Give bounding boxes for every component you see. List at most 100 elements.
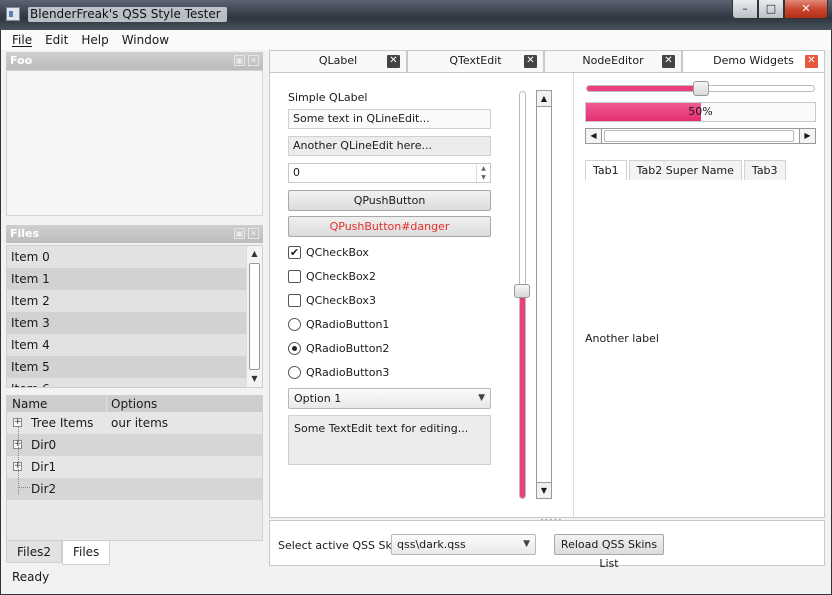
tab-qtextedit[interactable]: QTextEdit ✕ bbox=[407, 50, 544, 72]
chevron-down-icon: ▼ bbox=[523, 539, 530, 549]
list-item[interactable]: Item 3 bbox=[7, 312, 247, 334]
radio-label: QRadioButton2 bbox=[306, 342, 390, 355]
tree-branch-line bbox=[18, 487, 30, 488]
menu-edit[interactable]: Edit bbox=[45, 30, 68, 50]
scroll-right-icon[interactable]: ▶ bbox=[799, 129, 815, 143]
scroll-handle[interactable] bbox=[249, 263, 260, 370]
scroll-left-icon[interactable]: ◀ bbox=[586, 129, 602, 143]
radio-label: QRadioButton1 bbox=[306, 318, 390, 331]
horizontal-slider-handle[interactable] bbox=[692, 81, 709, 96]
line-edit-2[interactable]: Another QLineEdit here... bbox=[288, 136, 491, 156]
scroll-up-icon[interactable]: ▲ bbox=[247, 246, 262, 262]
tree-view[interactable]: Name Options + Tree Items our items + Dir0… bbox=[6, 395, 263, 541]
minimize-button[interactable]: – bbox=[732, 0, 758, 19]
window-title: BlenderFreak's QSS Style Tester bbox=[28, 7, 227, 22]
close-icon[interactable]: ✕ bbox=[524, 55, 537, 68]
close-icon[interactable]: ✕ bbox=[248, 55, 259, 66]
vertical-slider-fill bbox=[520, 289, 525, 498]
list-item[interactable]: Item 6 bbox=[7, 378, 247, 387]
scroll-down-icon[interactable]: ▼ bbox=[247, 371, 262, 387]
tree-item-name: Dir0 bbox=[31, 438, 57, 452]
tab-tab3[interactable]: Tab3 bbox=[743, 160, 786, 180]
checkbox-label: QCheckBox bbox=[306, 246, 369, 259]
simple-label: Simple QLabel bbox=[288, 91, 368, 104]
tree-row[interactable]: Dir2 bbox=[7, 478, 262, 500]
float-icon[interactable]: ▣ bbox=[234, 55, 245, 66]
list-item[interactable]: Item 5 bbox=[7, 356, 247, 378]
checkbox-3[interactable]: QCheckBox3 bbox=[288, 294, 376, 307]
option-combo[interactable]: Option 1 ▼ bbox=[288, 388, 491, 409]
dock-tab-files2[interactable]: Files2 bbox=[6, 541, 62, 563]
danger-button[interactable]: QPushButton#danger bbox=[288, 216, 491, 237]
tree-row[interactable]: + Dir1 bbox=[7, 456, 262, 478]
radio-1[interactable]: QRadioButton1 bbox=[288, 318, 389, 331]
reload-skins-button[interactable]: Reload QSS Skins List bbox=[554, 534, 664, 570]
radio-indicator[interactable] bbox=[288, 366, 301, 379]
line-edit-1[interactable]: Some text in QLineEdit... bbox=[288, 109, 491, 129]
scroll-handle[interactable] bbox=[604, 130, 794, 142]
close-icon[interactable]: ✕ bbox=[805, 55, 818, 68]
radio-3[interactable]: QRadioButton3 bbox=[288, 366, 389, 379]
status-bar: Ready bbox=[12, 570, 50, 584]
checkbox-box[interactable] bbox=[288, 270, 301, 283]
radio-2[interactable]: QRadioButton2 bbox=[288, 342, 389, 355]
close-icon[interactable]: ✕ bbox=[387, 55, 400, 68]
tree-header-options[interactable]: Options bbox=[107, 396, 157, 412]
tree-row[interactable]: + Tree Items our items bbox=[7, 412, 262, 434]
title-bar[interactable]: BlenderFreak's QSS Style Tester – □ ✕ bbox=[0, 0, 832, 30]
checkbox-box[interactable] bbox=[288, 294, 301, 307]
foo-dock-title[interactable]: Foo ▣ ✕ bbox=[6, 52, 263, 70]
files-dock-title[interactable]: Files ▣ ✕ bbox=[6, 225, 263, 243]
spinbox[interactable]: 0 ▲ ▼ bbox=[288, 163, 491, 183]
radio-indicator[interactable] bbox=[288, 318, 301, 331]
horizontal-scrollbar[interactable]: ◀ ▶ bbox=[585, 128, 816, 144]
files-list[interactable]: Item 0 Item 1 Item 2 Item 3 Item 4 Item … bbox=[6, 245, 263, 388]
float-icon[interactable]: ▣ bbox=[234, 228, 245, 239]
close-icon[interactable]: ✕ bbox=[662, 55, 675, 68]
tab-qlabel[interactable]: QLabel ✕ bbox=[269, 50, 407, 72]
menu-file[interactable]: File bbox=[12, 30, 32, 50]
menu-window[interactable]: Window bbox=[122, 30, 169, 50]
inner-tabbar: Tab1 Tab2 Super Name Tab3 bbox=[585, 160, 788, 180]
menubar: File Edit Help Window bbox=[1, 30, 831, 50]
vertical-slider-handle[interactable] bbox=[514, 283, 530, 298]
spin-down-icon[interactable]: ▼ bbox=[477, 173, 490, 182]
scroll-up-icon[interactable]: ▲ bbox=[537, 91, 551, 107]
menu-help[interactable]: Help bbox=[81, 30, 108, 50]
list-item[interactable]: Item 2 bbox=[7, 290, 247, 312]
skin-combo[interactable]: qss\dark.qss ▼ bbox=[391, 534, 536, 555]
tree-row[interactable]: + Dir0 bbox=[7, 434, 262, 456]
spin-up-icon[interactable]: ▲ bbox=[477, 164, 490, 173]
checkbox-2[interactable]: QCheckBox2 bbox=[288, 270, 376, 283]
chevron-down-icon: ▼ bbox=[478, 393, 485, 403]
horizontal-slider-fill bbox=[587, 86, 702, 91]
tab-label: QLabel bbox=[318, 54, 358, 67]
maximize-button[interactable]: □ bbox=[758, 0, 784, 19]
tree-header: Name Options bbox=[7, 396, 262, 412]
text-edit[interactable]: Some TextEdit text for editing... bbox=[288, 415, 491, 465]
vertical-scrollbar[interactable]: ▲ ▼ bbox=[536, 90, 552, 499]
list-item[interactable]: Item 0 bbox=[7, 246, 247, 268]
dock-tabbar: Files2 Files bbox=[6, 541, 111, 565]
tab-tab2[interactable]: Tab2 Super Name bbox=[628, 160, 742, 180]
tab-tab1[interactable]: Tab1 bbox=[585, 160, 627, 180]
app-icon bbox=[6, 7, 20, 21]
checkbox-1[interactable]: ✔ QCheckBox bbox=[288, 246, 369, 259]
files-scrollbar[interactable]: ▲ ▼ bbox=[246, 246, 262, 387]
radio-indicator[interactable] bbox=[288, 342, 301, 355]
dock-tab-files[interactable]: Files bbox=[61, 541, 111, 565]
close-button[interactable]: ✕ bbox=[784, 0, 828, 19]
scroll-down-icon[interactable]: ▼ bbox=[537, 482, 551, 498]
close-icon[interactable]: ✕ bbox=[248, 228, 259, 239]
push-button[interactable]: QPushButton bbox=[288, 190, 491, 211]
checkbox-check-icon[interactable]: ✔ bbox=[288, 246, 301, 259]
spinbox-value: 0 bbox=[293, 166, 300, 179]
checkbox-label: QCheckBox3 bbox=[306, 294, 376, 307]
tab-demo-widgets[interactable]: Demo Widgets ✕ bbox=[682, 50, 825, 72]
list-item[interactable]: Item 4 bbox=[7, 334, 247, 356]
splitter-handle[interactable] bbox=[573, 73, 576, 517]
tab-nodeeditor[interactable]: NodeEditor ✕ bbox=[544, 50, 682, 72]
tree-header-name[interactable]: Name bbox=[7, 396, 107, 412]
combo-value: Option 1 bbox=[294, 392, 342, 405]
list-item[interactable]: Item 1 bbox=[7, 268, 247, 290]
